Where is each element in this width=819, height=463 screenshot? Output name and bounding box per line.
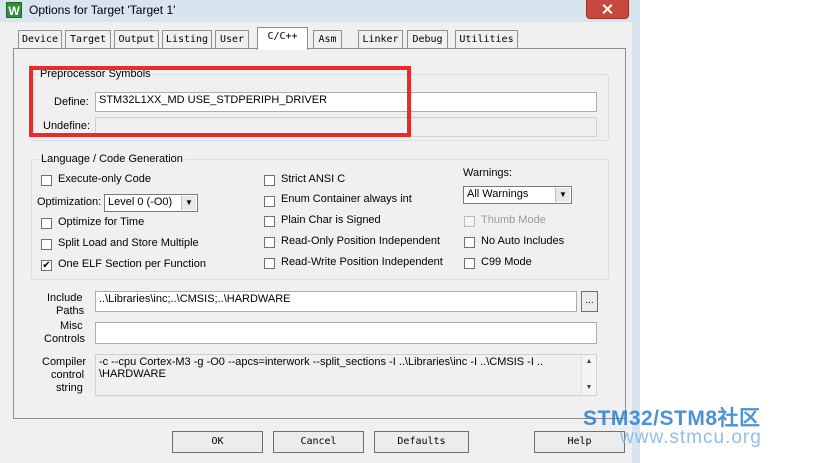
- split-load-label: Split Load and Store Multiple: [58, 237, 199, 249]
- defaults-button[interactable]: Defaults: [374, 431, 469, 453]
- compiler-control-label-line1: Compiler: [42, 356, 87, 368]
- execute-only-label: Execute-only Code: [58, 173, 151, 185]
- watermark-url: www.stmcu.org: [620, 427, 762, 448]
- thumb-mode-checkbox[interactable]: [464, 216, 475, 227]
- include-paths-input[interactable]: ..\Libraries\inc;..\CMSIS;..\HARDWARE: [95, 291, 577, 312]
- close-icon: [602, 3, 613, 15]
- optimize-time-label: Optimize for Time: [58, 216, 145, 228]
- one-elf-label: One ELF Section per Function: [58, 258, 206, 270]
- close-button[interactable]: [586, 0, 629, 19]
- optimization-value: Level 0 (-O0): [108, 196, 173, 208]
- misc-controls-input[interactable]: [95, 322, 597, 344]
- tab-user[interactable]: User: [215, 30, 249, 49]
- execute-only-checkbox[interactable]: [41, 175, 52, 186]
- enum-container-label: Enum Container always int: [281, 193, 412, 205]
- compiler-control-label-line3: string: [56, 382, 83, 394]
- app-icon: W: [6, 2, 22, 18]
- scroll-up-icon: ▲: [585, 358, 593, 365]
- tab-device[interactable]: Device: [18, 30, 62, 49]
- tab-utilities[interactable]: Utilities: [455, 30, 518, 49]
- misc-controls-label-line1: Misc: [60, 320, 83, 332]
- compiler-control-scrollbar[interactable]: ▲ ▼: [581, 355, 596, 395]
- optimization-label: Optimization:: [37, 196, 102, 208]
- rw-position-checkbox[interactable]: [264, 258, 275, 269]
- strict-ansi-checkbox[interactable]: [264, 175, 275, 186]
- c99-mode-checkbox[interactable]: [464, 258, 475, 269]
- plain-char-checkbox[interactable]: [264, 216, 275, 227]
- highlight-annotation-box: [29, 66, 411, 137]
- optimize-time-checkbox[interactable]: [41, 218, 52, 229]
- misc-controls-label-line2: Controls: [44, 333, 85, 345]
- thumb-mode-label: Thumb Mode: [481, 214, 546, 226]
- split-load-checkbox[interactable]: [41, 239, 52, 250]
- chevron-down-icon: ▼: [181, 196, 196, 210]
- help-button[interactable]: Help: [534, 431, 625, 453]
- chevron-down-icon: ▼: [555, 188, 570, 202]
- ro-position-checkbox[interactable]: [264, 237, 275, 248]
- strict-ansi-label: Strict ANSI C: [281, 173, 346, 185]
- tab-output[interactable]: Output: [114, 30, 159, 49]
- compiler-control-text[interactable]: -c --cpu Cortex-M3 -g -O0 --apcs=interwo…: [95, 354, 597, 396]
- tab-linker[interactable]: Linker: [358, 30, 403, 49]
- tab-target[interactable]: Target: [65, 30, 111, 49]
- window-title: Options for Target 'Target 1': [29, 3, 176, 17]
- ok-button[interactable]: OK: [172, 431, 263, 453]
- compiler-control-label-line2: control: [51, 369, 85, 381]
- tab-debug[interactable]: Debug: [407, 30, 448, 49]
- rw-position-label: Read-Write Position Independent: [281, 256, 443, 268]
- checkmark-icon: ✔: [42, 260, 51, 271]
- warnings-select[interactable]: All Warnings ▼: [463, 186, 572, 204]
- no-auto-includes-label: No Auto Includes: [481, 235, 565, 247]
- one-elf-checkbox[interactable]: ✔: [41, 260, 52, 271]
- tab-listing[interactable]: Listing: [162, 30, 212, 49]
- no-auto-includes-checkbox[interactable]: [464, 237, 475, 248]
- compiler-control-line2: \HARDWARE: [99, 368, 166, 380]
- c99-mode-label: C99 Mode: [481, 256, 532, 268]
- title-bar[interactable]: W Options for Target 'Target 1': [0, 0, 640, 23]
- scroll-down-icon: ▼: [585, 384, 593, 391]
- tab-asm[interactable]: Asm: [313, 30, 342, 49]
- enum-container-checkbox[interactable]: [264, 196, 275, 207]
- compiler-control-line1: -c --cpu Cortex-M3 -g -O0 --apcs=interwo…: [99, 356, 544, 368]
- cancel-button[interactable]: Cancel: [273, 431, 364, 453]
- browse-include-button[interactable]: ...: [581, 291, 598, 312]
- include-paths-label-line1: Include: [47, 292, 83, 304]
- plain-char-label: Plain Char is Signed: [281, 214, 381, 226]
- include-paths-label-line2: Paths: [56, 305, 85, 317]
- language-legend: Language / Code Generation: [39, 153, 185, 165]
- warnings-label: Warnings:: [463, 167, 513, 179]
- tab-c-cpp[interactable]: C/C++: [257, 27, 308, 50]
- optimization-select[interactable]: Level 0 (-O0) ▼: [104, 194, 198, 212]
- ro-position-label: Read-Only Position Independent: [281, 235, 440, 247]
- warnings-value: All Warnings: [467, 188, 529, 200]
